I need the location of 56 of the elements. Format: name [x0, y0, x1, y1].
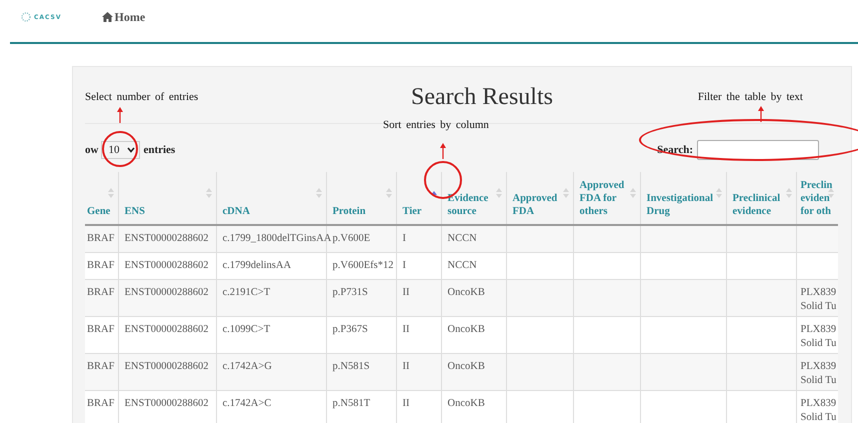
- table-cell: p.N581S: [332, 361, 370, 372]
- annotation-text: Sort entries by column: [383, 119, 489, 131]
- page-title: Search Results: [410, 84, 554, 110]
- table-cell: OncoKB: [448, 287, 485, 298]
- table-cell: PLX839 Solid Tu: [800, 324, 836, 349]
- table-cell: c.2191C>T: [222, 287, 270, 298]
- table-cell: p.V600Efs*12: [332, 260, 394, 271]
- table-cell: I: [402, 260, 406, 271]
- table-cell: BRAF: [87, 260, 114, 271]
- table-cell: BRAF: [87, 233, 114, 244]
- table-cell: c.1799delinsAA: [222, 260, 292, 271]
- annotation-arrow: [439, 143, 447, 159]
- table-cell: ENST00000288602: [124, 260, 208, 271]
- dotted-ring-icon: [20, 12, 32, 22]
- table-cell: c.1742A>G: [222, 361, 272, 372]
- entries-select[interactable]: 10: [101, 141, 140, 159]
- table-cell: BRAF: [87, 324, 114, 335]
- table-cell: ENST00000288602: [124, 324, 208, 335]
- table-cell: ENST00000288602: [124, 233, 208, 244]
- home-icon: [102, 12, 113, 22]
- annotation-text: Filter the table by text: [698, 91, 803, 103]
- table-cell: NCCN: [448, 260, 477, 271]
- table-cell: II: [402, 287, 410, 298]
- table-cell: II: [402, 361, 410, 372]
- table-cell: p.V600E: [332, 233, 370, 244]
- table-cell: PLX839 Solid Tu: [800, 287, 836, 312]
- show-label: ow: [85, 144, 98, 156]
- table-cell: c.1799_1800delTGinsAA: [222, 233, 332, 244]
- table-cell: ENST00000288602: [124, 361, 208, 372]
- table-cell: p.P367S: [332, 324, 368, 335]
- table-cell: PLX839 Solid Tu: [800, 361, 836, 386]
- table-cell: OncoKB: [448, 361, 485, 372]
- table-cell: NCCN: [448, 233, 477, 244]
- table-cell: ENST00000288602: [124, 398, 208, 409]
- annotation-arrow: [116, 107, 124, 123]
- annotation-arrow: [757, 106, 765, 122]
- table-cell: ENST00000288602: [124, 287, 208, 298]
- table-cell: BRAF: [87, 361, 114, 372]
- table-cell: BRAF: [87, 398, 114, 409]
- table-cell: I: [402, 233, 406, 244]
- annotation-text: Select number of entries: [85, 91, 198, 103]
- table-cell: c.1742A>C: [222, 398, 272, 409]
- table-cell: BRAF: [87, 287, 114, 298]
- entries-label: entries: [143, 144, 176, 156]
- chevron-icon: [127, 147, 136, 153]
- table-cell: p.P731S: [332, 287, 368, 298]
- table-cell: II: [402, 398, 410, 409]
- table-cell: PLX839 Solid Tu: [800, 398, 836, 423]
- search-field[interactable]: [697, 140, 819, 160]
- table-cell: p.N581T: [332, 398, 370, 409]
- table-cell: II: [402, 324, 410, 335]
- table-cell: OncoKB: [448, 324, 485, 335]
- annotation-circle: [102, 131, 138, 167]
- table-cell: OncoKB: [448, 398, 485, 409]
- table-cell: c.1099C>T: [222, 324, 270, 335]
- home-link[interactable]: Home: [102, 10, 146, 24]
